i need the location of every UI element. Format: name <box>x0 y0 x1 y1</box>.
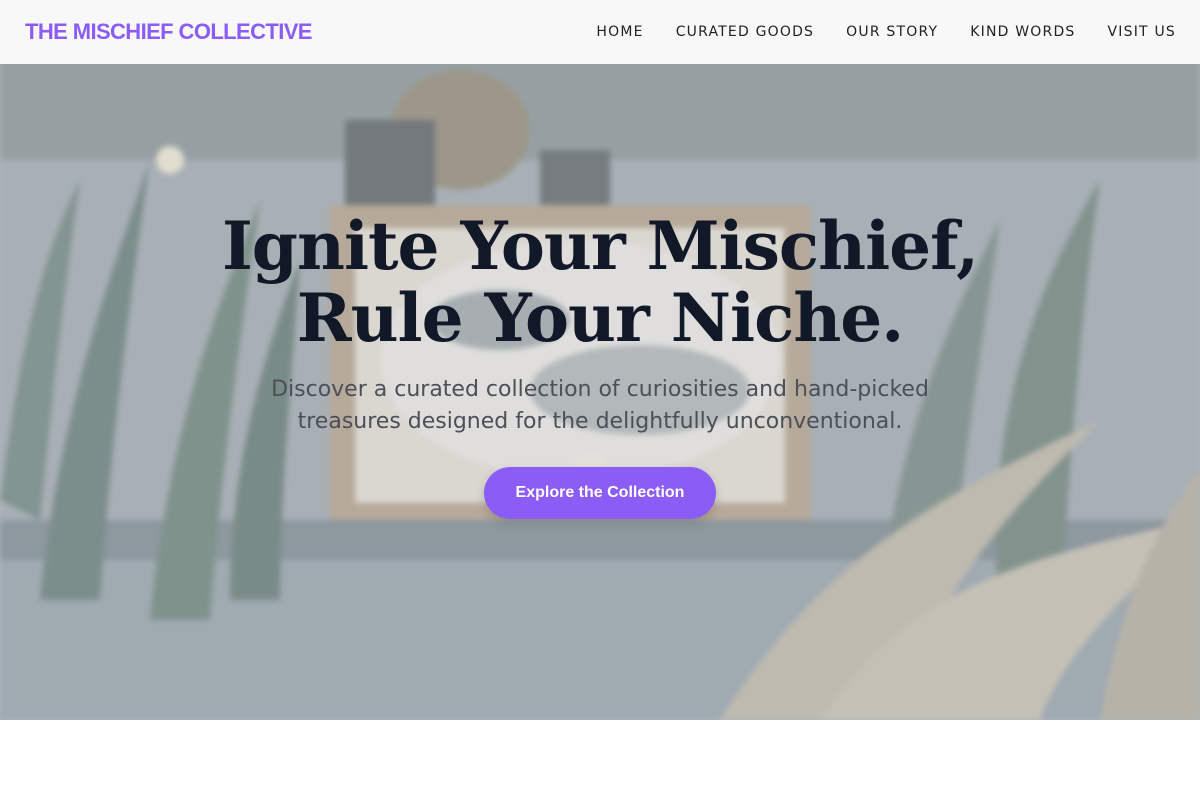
hero-content: Ignite Your Mischief, Rule Your Niche. D… <box>0 210 1200 519</box>
nav-link-visit-us[interactable]: VISIT US <box>1108 24 1176 40</box>
nav-link-kind-words[interactable]: KIND WORDS <box>970 24 1075 40</box>
nav-link-curated-goods[interactable]: CURATED GOODS <box>676 24 814 40</box>
site-header: THE MISCHIEF COLLECTIVE HOME CURATED GOO… <box>0 0 1200 64</box>
main-nav: HOME CURATED GOODS OUR STORY KIND WORDS … <box>596 24 1176 40</box>
site-logo[interactable]: THE MISCHIEF COLLECTIVE <box>25 19 312 45</box>
nav-link-home[interactable]: HOME <box>596 24 643 40</box>
hero-title-line-2: Rule Your Niche. <box>296 279 905 357</box>
hero-section: Ignite Your Mischief, Rule Your Niche. D… <box>0 0 1200 720</box>
hero-title-line-1: Ignite Your Mischief, <box>221 207 979 285</box>
nav-link-our-story[interactable]: OUR STORY <box>846 24 938 40</box>
hero-subtitle: Discover a curated collection of curiosi… <box>271 377 929 434</box>
hero-title: Ignite Your Mischief, Rule Your Niche. <box>0 210 1200 354</box>
explore-collection-button[interactable]: Explore the Collection <box>483 467 717 519</box>
